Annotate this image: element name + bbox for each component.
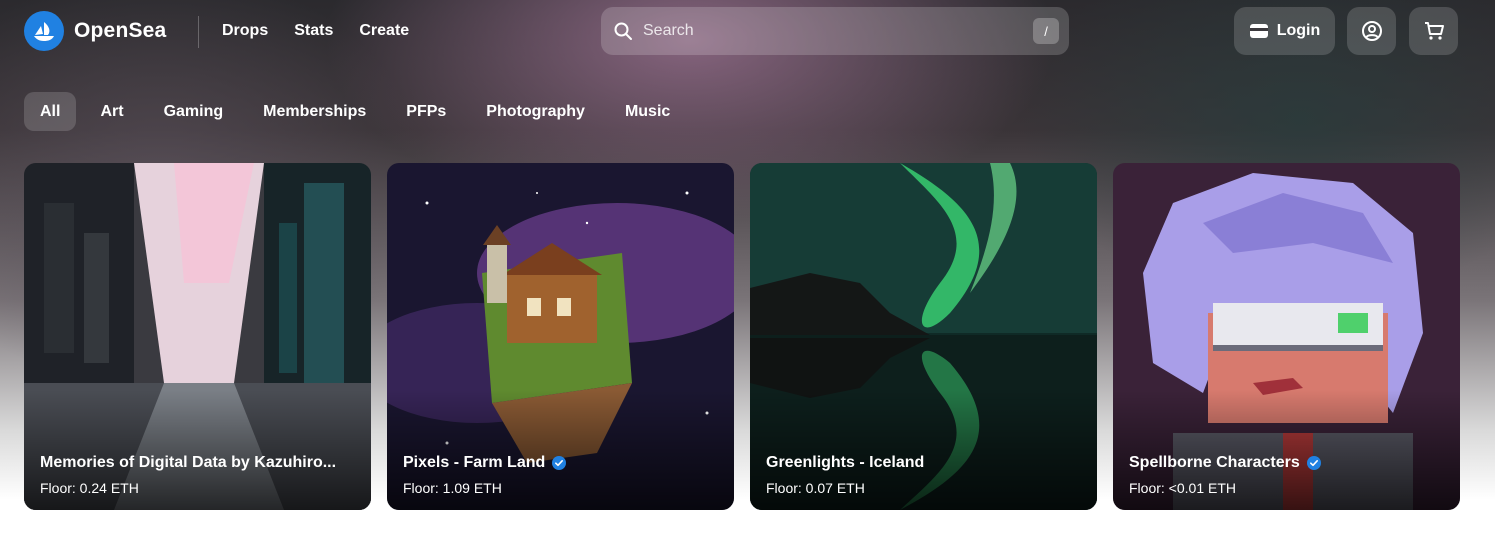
brand-name: OpenSea [74,19,167,42]
nav-drops[interactable]: Drops [222,22,268,40]
collection-title: Memories of Digital Data by Kazuhiro... [40,454,355,472]
tab-memberships[interactable]: Memberships [247,92,382,131]
collection-card[interactable]: Pixels - Farm Land Floor: 1.09 ETH [387,163,734,510]
shopping-cart-icon [1424,22,1444,40]
tab-all[interactable]: All [24,92,77,131]
search-bar[interactable]: / [601,7,1069,55]
verified-badge-icon [1306,456,1321,470]
opensea-logo[interactable]: OpenSea [24,11,166,51]
collection-title: Greenlights - Iceland [766,454,1081,472]
collection-floor: Floor: 0.24 ETH [40,480,139,496]
collection-title-text: Greenlights - Iceland [766,454,925,471]
verified-badge-icon [552,456,567,470]
collection-card[interactable]: Spellborne Characters Floor: <0.01 ETH [1113,163,1460,510]
collection-card[interactable]: Memories of Digital Data by Kazuhiro... … [24,163,371,510]
collection-title-text: Memories of Digital Data by Kazuhiro... [40,454,337,471]
collection-floor: Floor: 0.07 ETH [766,480,865,496]
tab-gaming[interactable]: Gaming [148,92,240,131]
category-tabs: All Art Gaming Memberships PFPs Photogra… [24,92,686,131]
wallet-icon [1249,24,1268,38]
account-circle-icon [1361,21,1382,41]
tab-music[interactable]: Music [609,92,686,131]
card-info: Greenlights - Iceland Floor: 0.07 ETH [766,454,1081,496]
collection-title-text: Spellborne Characters [1129,454,1300,471]
header-divider [198,16,199,48]
tab-pfps[interactable]: PFPs [390,92,462,131]
profile-button[interactable] [1347,7,1396,55]
tab-art[interactable]: Art [84,92,139,131]
collection-title-text: Pixels - Farm Land [403,454,546,471]
search-input[interactable] [643,22,1033,40]
login-label: Login [1276,22,1321,39]
collection-title: Spellborne Characters [1129,454,1444,472]
search-icon [614,22,632,40]
collection-floor: Floor: <0.01 ETH [1129,480,1236,496]
main-nav: Drops Stats Create [222,22,409,40]
collection-title: Pixels - Farm Land [403,454,718,472]
collection-floor: Floor: 1.09 ETH [403,480,502,496]
nav-create[interactable]: Create [359,22,409,40]
featured-collections: Memories of Digital Data by Kazuhiro... … [24,163,1460,510]
login-button[interactable]: Login [1234,7,1335,55]
card-info: Pixels - Farm Land Floor: 1.09 ETH [403,454,718,496]
cart-button[interactable] [1409,7,1458,55]
top-header: OpenSea Drops Stats Create / Login [0,0,1495,64]
card-info: Spellborne Characters Floor: <0.01 ETH [1129,454,1444,496]
search-shortcut-badge: / [1033,18,1059,44]
nav-stats[interactable]: Stats [294,22,333,40]
tab-photography[interactable]: Photography [470,92,601,131]
collection-card[interactable]: Greenlights - Iceland Floor: 0.07 ETH [750,163,1097,510]
opensea-logo-icon [24,11,64,51]
card-info: Memories of Digital Data by Kazuhiro... … [40,454,355,496]
